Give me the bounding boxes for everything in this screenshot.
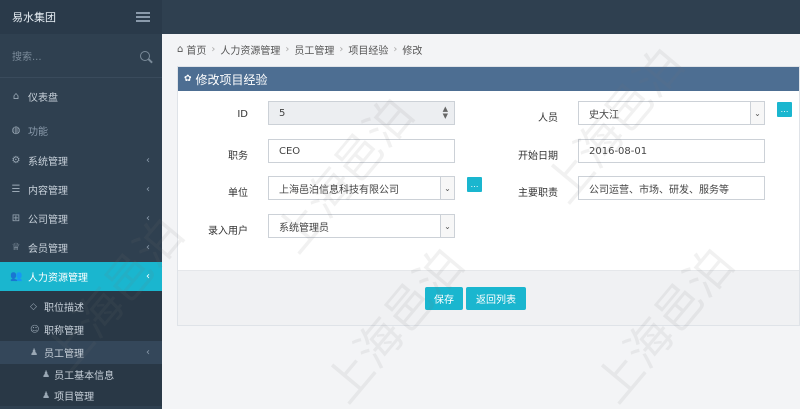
home-icon: ⌂: [177, 44, 184, 55]
sidebar-item-label: 会员管理: [28, 244, 68, 255]
unit-label: 单位: [228, 188, 248, 199]
entered-by-value: 系统管理员: [279, 222, 329, 234]
back-to-list-button[interactable]: 返回列表: [466, 287, 526, 310]
sidebar-item-label: 人力资源管理: [28, 273, 88, 284]
gift-icon: ✿: [184, 74, 192, 84]
form-body: ID 5 ▲ ▼ 人员 史大江 ⌄ … 职务 CEO 开始日期 2016-08-0…: [178, 91, 799, 271]
sidebar-subitem-label: 职位描述: [44, 303, 84, 314]
home-icon: ⌂: [12, 90, 20, 102]
users-icon: 👥: [10, 271, 23, 282]
sidebar-section-header: ◍ 功能: [0, 114, 162, 146]
save-button[interactable]: 保存: [425, 287, 463, 310]
panel-header: ✿ 修改项目经验: [178, 67, 799, 91]
sidebar-subitem-title[interactable]: ☺ 职称管理: [0, 318, 162, 341]
breadcrumb-item[interactable]: 项目经验: [348, 42, 388, 57]
chevron-down-icon[interactable]: ⌄: [750, 102, 764, 124]
person-value: 史大江: [589, 109, 619, 121]
sidebar-subitem-position[interactable]: ◇ 职位描述: [0, 295, 162, 318]
breadcrumb-item-current: 修改: [402, 46, 423, 57]
entered-by-label: 录入用户: [208, 226, 248, 237]
menu-toggle-icon[interactable]: [136, 12, 150, 22]
chevron-left-icon: ‹: [146, 242, 150, 253]
entered-by-select[interactable]: 系统管理员 ⌄: [268, 214, 455, 238]
duty-label: 主要职责: [518, 188, 558, 199]
edit-panel: ✿ 修改项目经验 ID 5 ▲ ▼ 人员 史大江 ⌄ … 职务 CEO 开始日期 …: [177, 66, 800, 326]
chevron-left-icon: ‹: [146, 213, 150, 224]
main-content: ⌂ 首页 › 人力资源管理 › 员工管理 › 项目经验 › 修改 ✿ 修改项目经…: [162, 34, 800, 409]
top-bar: [162, 0, 800, 34]
sidebar-item-label: 公司管理: [28, 215, 68, 226]
position-label: 职务: [228, 151, 248, 162]
unit-select[interactable]: 上海邑泊信息科技有限公司 ⌄: [268, 176, 455, 200]
breadcrumb-item[interactable]: 人力资源管理: [220, 42, 280, 57]
sidebar-subsubitem-project[interactable]: ♟ 项目管理: [0, 385, 162, 406]
user-icon: ☺: [30, 324, 40, 335]
chevron-left-icon: ‹: [146, 271, 150, 282]
diamond-icon: ◇: [30, 301, 37, 312]
brand-bar: 易水集团: [0, 0, 162, 34]
start-date-value: 2016-08-01: [589, 145, 648, 157]
person-label: 人员: [538, 113, 558, 124]
chevron-left-icon: ‹: [146, 347, 150, 358]
person-pick-button[interactable]: …: [777, 102, 792, 117]
sidebar-subitem-label: 职称管理: [44, 326, 84, 337]
sidebar-subitem-employee[interactable]: ♟ 员工管理 ‹: [0, 341, 162, 364]
sidebar-item-member[interactable]: ♕ 会员管理 ‹: [0, 233, 162, 262]
chevron-down-icon[interactable]: ⌄: [440, 215, 454, 237]
chevron-left-icon: ‹: [146, 184, 150, 195]
search-input[interactable]: 搜索...: [12, 48, 42, 63]
sidebar-item-content[interactable]: ☰ 内容管理 ‹: [0, 175, 162, 204]
chevron-down-icon[interactable]: ⌄: [440, 177, 454, 199]
sidebar-subsubitem-label: 员工基本信息: [54, 371, 115, 382]
position-value: CEO: [279, 145, 301, 157]
chevron-left-icon: ‹: [146, 155, 150, 166]
breadcrumb-item[interactable]: 员工管理: [294, 42, 334, 57]
sidebar-item-label: 系统管理: [28, 157, 68, 168]
sidebar: 易水集团 搜索... ⌂ 仪表盘 ◍ 功能 ⚙ 系统管理 ‹ ☰ 内容管理 ‹ …: [0, 0, 162, 409]
trophy-icon: ♕: [11, 242, 21, 253]
spinner-icon[interactable]: ▲ ▼: [443, 106, 448, 120]
user-icon: ♟: [42, 369, 51, 380]
sidebar-subitem-label: 员工管理: [44, 349, 84, 360]
breadcrumb-item[interactable]: 首页: [186, 42, 206, 57]
id-field[interactable]: 5 ▲ ▼: [268, 101, 455, 125]
duty-value: 公司运营、市场、研发、服务等: [589, 184, 729, 196]
sidebar-item-label: 仪表盘: [28, 92, 58, 104]
start-date-input[interactable]: 2016-08-01: [578, 139, 765, 163]
gears-icon: ⚙: [11, 155, 21, 166]
globe-icon: ◍: [11, 124, 21, 136]
duty-input[interactable]: 公司运营、市场、研发、服务等: [578, 176, 765, 200]
unit-value: 上海邑泊信息科技有限公司: [279, 184, 399, 196]
sidebar-subsubitem-employee-info[interactable]: ♟ 员工基本信息: [0, 364, 162, 385]
id-value: 5: [279, 107, 286, 119]
start-date-label: 开始日期: [518, 151, 558, 162]
sidebar-item-label: 内容管理: [28, 186, 68, 197]
sidebar-item-dashboard[interactable]: ⌂ 仪表盘: [0, 78, 162, 114]
group-icon: ♟: [42, 390, 51, 401]
sidebar-section-label: 功能: [28, 126, 48, 138]
sidebar-item-system[interactable]: ⚙ 系统管理 ‹: [0, 146, 162, 175]
brand-name: 易水集团: [12, 11, 56, 24]
form-footer: 保存 返回列表: [178, 270, 799, 325]
sidebar-item-company[interactable]: ⊞ 公司管理 ‹: [0, 204, 162, 233]
position-input[interactable]: CEO: [268, 139, 455, 163]
sidebar-item-hr[interactable]: 👥 人力资源管理 ‹: [0, 262, 162, 291]
user-secret-icon: ♟: [30, 347, 39, 358]
panel-title: 修改项目经验: [195, 72, 268, 87]
person-select[interactable]: 史大江 ⌄: [578, 101, 765, 125]
sidebar-search[interactable]: 搜索...: [0, 34, 162, 78]
sidebar-subsubitem-label: 项目管理: [54, 392, 95, 403]
search-icon[interactable]: [140, 50, 150, 61]
sitemap-icon: ⊞: [11, 213, 21, 224]
breadcrumb: ⌂ 首页 › 人力资源管理 › 员工管理 › 项目经验 › 修改: [177, 42, 423, 57]
list-icon: ☰: [11, 184, 21, 195]
unit-pick-button[interactable]: …: [467, 177, 482, 192]
id-label: ID: [237, 109, 248, 120]
